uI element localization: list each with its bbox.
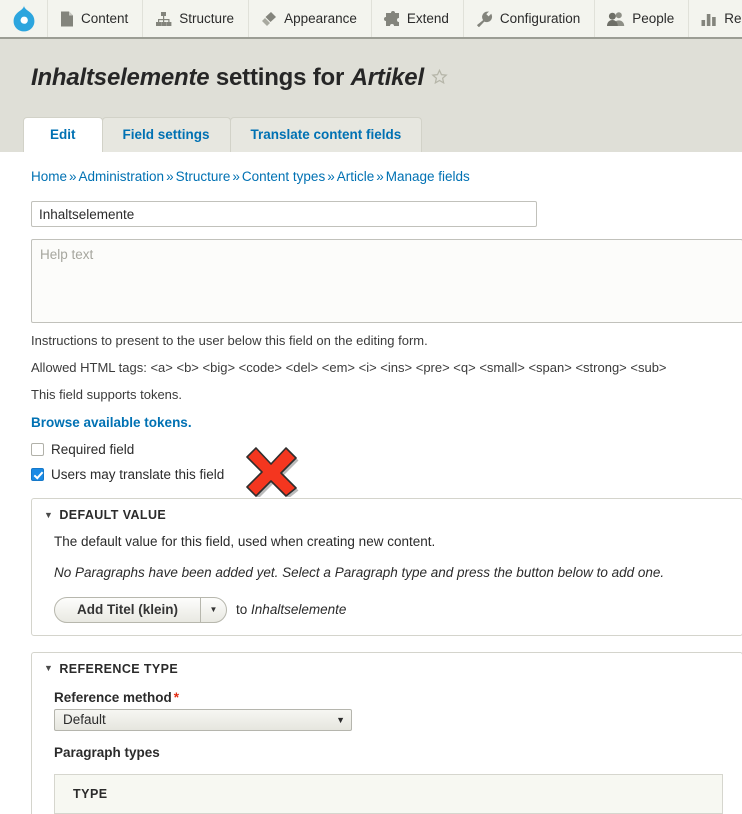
toolbar-item-label: Extend <box>406 10 449 26</box>
breadcrumb-item-administration[interactable]: Administration <box>79 169 165 184</box>
add-paragraph-suffix-field: Inhaltselemente <box>251 602 347 618</box>
table-header-row: TYPE <box>54 774 723 814</box>
browse-available-tokens-link[interactable]: Browse available tokens. <box>31 415 192 430</box>
add-paragraph-suffix-text: to <box>236 602 248 618</box>
reference-method-label-text: Reference method <box>54 689 172 705</box>
add-titel-klein-button[interactable]: Add Titel (klein) <box>55 597 202 622</box>
puzzle-piece-icon <box>383 10 400 27</box>
tab-label: Field settings <box>122 127 210 143</box>
reference-method-select[interactable]: Default ▼ <box>54 708 352 731</box>
tab-field-settings[interactable]: Field settings <box>101 117 231 152</box>
add-paragraph-row: Add Titel (klein) ▼ to Inhaltselemente <box>54 596 722 623</box>
toolbar-item-label: Re <box>724 10 742 26</box>
tab-label: Translate content fields <box>250 127 402 143</box>
breadcrumb-item-manage-fields[interactable]: Manage fields <box>386 169 470 184</box>
chevron-down-icon: ▼ <box>336 714 345 725</box>
toolbar-item-extend[interactable]: Extend <box>372 0 464 37</box>
page-header: Inhaltselemente settings for Artikel Edi… <box>0 39 742 152</box>
page-title-bundle: Artikel <box>350 64 424 91</box>
breadcrumb-separator: » <box>376 169 384 184</box>
breadcrumb-item-home[interactable]: Home <box>31 169 67 184</box>
tab-label: Edit <box>50 127 76 143</box>
paragraph-types-table: TYPE <box>54 773 723 814</box>
breadcrumb-separator: » <box>327 169 335 184</box>
required-field-checkbox[interactable] <box>31 443 44 457</box>
reference-method-selected-value: Default <box>63 712 106 728</box>
reference-type-legend-label: REFERENCE TYPE <box>59 661 179 676</box>
tab-translate-content-fields[interactable]: Translate content fields <box>229 117 423 152</box>
wrench-icon <box>476 11 493 27</box>
drupal-logo[interactable] <box>0 0 48 37</box>
breadcrumb-separator: » <box>69 169 77 184</box>
page-root: Content Structure Appearance Extend Conf <box>0 0 742 814</box>
translate-field-checkbox-row[interactable]: Users may translate this field <box>31 467 742 482</box>
toolbar-item-label: People <box>632 10 675 26</box>
help-description-line-1: Instructions to present to the user belo… <box>31 333 428 349</box>
default-value-legend[interactable]: ▼ DEFAULT VALUE <box>32 508 742 522</box>
toolbar-item-appearance[interactable]: Appearance <box>249 0 372 37</box>
translate-field-label: Users may translate this field <box>51 467 225 483</box>
default-value-description: The default value for this field, used w… <box>54 534 436 550</box>
file-icon <box>60 11 74 27</box>
page-content: Home» Administration» Structure» Content ty… <box>0 152 742 814</box>
required-asterisk: * <box>173 689 180 705</box>
allowed-html-tags-line: Allowed HTML tags: <a> <b> <big> <code> … <box>31 360 667 376</box>
breadcrumb: Home» Administration» Structure» Content ty… <box>31 152 742 185</box>
primary-tabs: Edit Field settings Translate content fi… <box>23 117 423 152</box>
paragraph-types-label: Paragraph types <box>54 744 160 760</box>
reference-type-fieldset: ▼ REFERENCE TYPE Reference method * Defau… <box>31 651 742 814</box>
toolbar-item-configuration[interactable]: Configuration <box>464 0 596 37</box>
breadcrumb-item-structure[interactable]: Structure <box>176 169 231 184</box>
breadcrumb-item-article[interactable]: Article <box>337 169 375 184</box>
triangle-down-icon: ▼ <box>44 509 54 520</box>
admin-toolbar: Content Structure Appearance Extend Conf <box>0 0 742 39</box>
toolbar-item-structure[interactable]: Structure <box>143 0 250 37</box>
reference-type-legend[interactable]: ▼ REFERENCE TYPE <box>32 662 742 676</box>
toolbar-item-reports[interactable]: Re <box>689 0 742 37</box>
chevron-down-icon[interactable]: ▼ <box>201 598 226 622</box>
add-paragraph-dropbutton[interactable]: Add Titel (klein) ▼ <box>54 596 228 623</box>
add-paragraph-suffix: to Inhaltselemente <box>236 602 346 617</box>
star-outline-icon[interactable] <box>431 66 448 92</box>
paintbrush-icon <box>261 11 277 27</box>
page-title-middle: settings for <box>215 64 345 91</box>
tokens-support-line: This field supports tokens. <box>31 387 183 403</box>
toolbar-item-label: Content <box>81 10 129 26</box>
triangle-down-icon: ▼ <box>44 663 54 674</box>
breadcrumb-separator: » <box>166 169 174 184</box>
page-title: Inhaltselemente settings for Artikel <box>0 39 742 92</box>
tab-edit[interactable]: Edit <box>23 117 103 152</box>
toolbar-item-label: Structure <box>179 10 235 26</box>
translate-field-checkbox[interactable] <box>31 468 44 482</box>
toolbar-item-label: Configuration <box>499 10 581 26</box>
required-field-label: Required field <box>51 442 135 458</box>
field-label-input[interactable] <box>31 201 537 228</box>
toolbar-item-content[interactable]: Content <box>48 0 144 37</box>
sitemap-icon <box>155 11 172 27</box>
breadcrumb-item-content-types[interactable]: Content types <box>242 169 325 184</box>
column-header-type: TYPE <box>54 774 723 814</box>
reference-method-label: Reference method * <box>54 690 722 705</box>
default-value-legend-label: DEFAULT VALUE <box>59 508 167 523</box>
page-title-field: Inhaltselemente <box>31 64 210 91</box>
bar-chart-icon <box>701 11 717 27</box>
required-field-checkbox-row[interactable]: Required field <box>31 442 742 457</box>
toolbar-item-label: Appearance <box>284 10 357 26</box>
default-value-empty-message: No Paragraphs have been added yet. Selec… <box>54 565 665 581</box>
help-text-textarea[interactable] <box>31 239 742 324</box>
breadcrumb-separator: » <box>232 169 240 184</box>
toolbar-item-people[interactable]: People <box>595 0 690 37</box>
people-icon <box>607 11 625 27</box>
default-value-fieldset: ▼ DEFAULT VALUE The default value for th… <box>31 498 742 636</box>
